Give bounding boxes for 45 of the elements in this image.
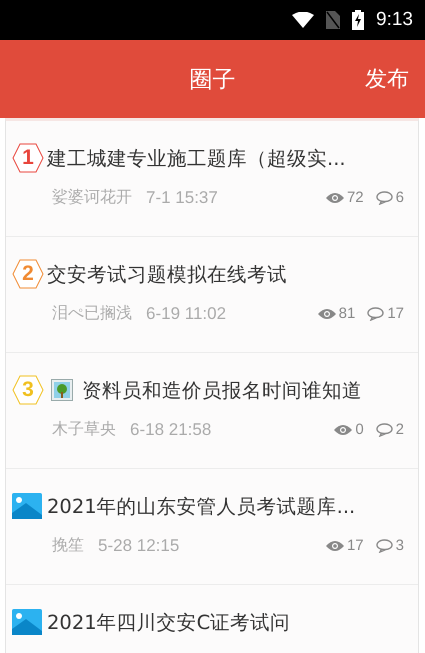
post-item[interactable]: 3 资料员和造价员报名时间谁知道 木子草央 6-18 21:58 0 2	[6, 353, 418, 469]
page-title: 圈子	[190, 66, 236, 94]
eye-icon	[326, 192, 344, 204]
comment-count: 6	[396, 189, 404, 206]
comment-count: 17	[387, 305, 404, 322]
post-title: 交安考试习题模拟在线考试	[47, 262, 287, 288]
comment-icon	[376, 190, 393, 204]
post-time: 5-28 12:15	[98, 536, 180, 556]
post-author: 泪ぺ已搁浅	[52, 303, 132, 324]
eye-icon	[318, 308, 336, 320]
post-title: 资料员和造价员报名时间谁知道	[82, 378, 362, 404]
eye-icon	[334, 424, 352, 436]
post-time: 6-18 21:58	[130, 420, 212, 440]
rank-number: 2	[21, 262, 35, 286]
view-count: 17	[346, 537, 364, 554]
comment-count: 2	[396, 421, 404, 438]
image-icon	[12, 609, 42, 635]
post-title: 2021年四川交安C证考试问	[47, 610, 290, 636]
post-author: 木子草央	[52, 419, 116, 440]
post-item[interactable]: 2021年四川交安C证考试问	[6, 585, 418, 653]
rank-number: 1	[21, 146, 35, 170]
comment-icon	[376, 538, 393, 552]
post-time: 7-1 15:37	[146, 188, 218, 208]
post-author: 挽笙	[52, 535, 84, 556]
comment-count: 3	[396, 537, 404, 554]
wifi-icon	[292, 12, 314, 28]
status-time: 9:13	[376, 9, 413, 31]
post-title: 建工城建专业施工题库（超级实...	[47, 146, 346, 172]
view-count: 72	[346, 189, 364, 206]
post-item[interactable]: 1 建工城建专业施工题库（超级实... 娑婆诃花开 7-1 15:37 72 6	[6, 121, 418, 237]
no-sim-icon	[326, 11, 340, 29]
view-count: 81	[338, 305, 356, 322]
post-item[interactable]: 2 交安考试习题模拟在线考试 泪ぺ已搁浅 6-19 11:02 81 17	[6, 237, 418, 353]
post-time: 6-19 11:02	[146, 304, 226, 324]
battery-icon	[352, 10, 364, 30]
rank-number: 3	[21, 378, 35, 402]
comment-icon	[367, 306, 384, 320]
post-item[interactable]: 2021年的山东安管人员考试题库... 挽笙 5-28 12:15 17 3	[6, 469, 418, 585]
post-author: 娑婆诃花开	[52, 187, 132, 208]
post-title: 2021年的山东安管人员考试题库...	[47, 494, 356, 520]
comment-icon	[376, 422, 393, 436]
publish-button[interactable]: 发布	[365, 64, 409, 94]
view-count: 0	[355, 421, 364, 438]
image-icon	[12, 493, 42, 519]
eye-icon	[326, 540, 344, 552]
